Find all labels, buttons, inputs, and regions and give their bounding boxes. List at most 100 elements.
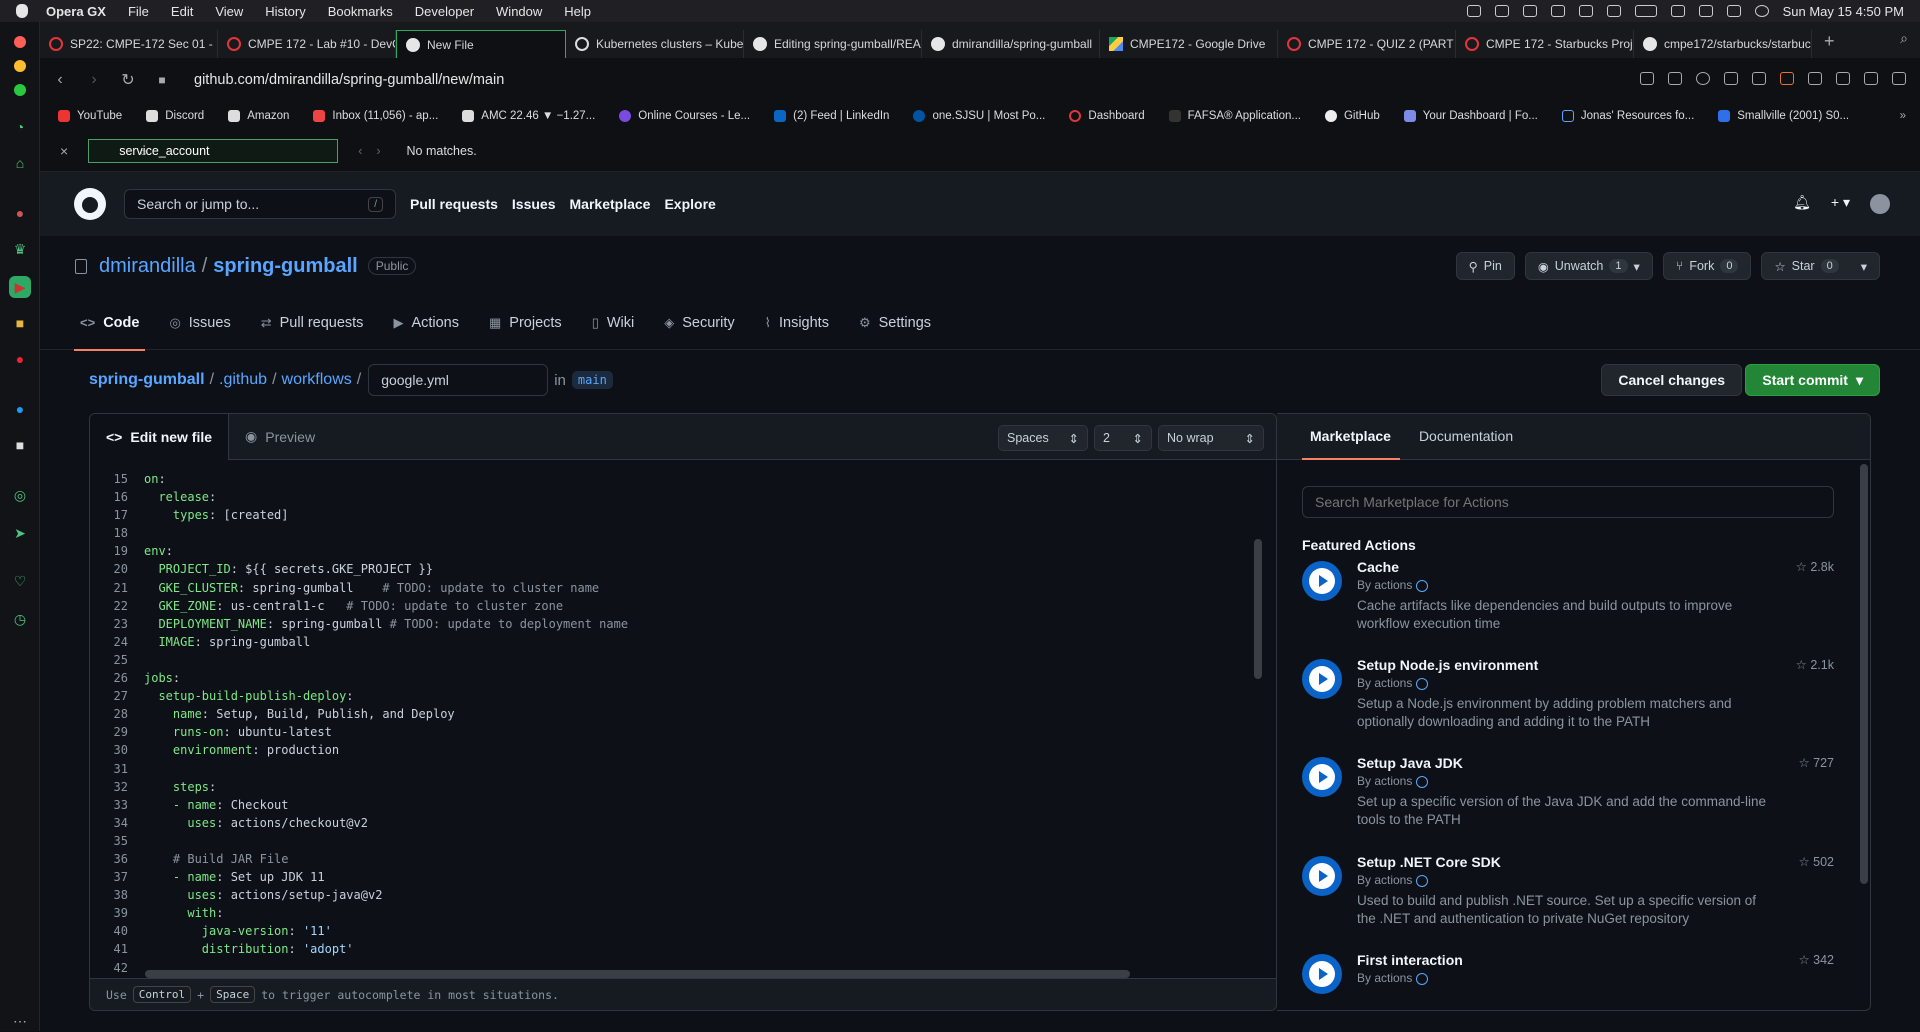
marketplace-action[interactable]: Setup Java JDK By actions Set up a specifi… xyxy=(1302,755,1834,845)
bookmark-fafsa[interactable]: FAFSA® Application... xyxy=(1168,110,1301,122)
forward-icon[interactable]: › xyxy=(80,71,108,89)
adblock-icon[interactable] xyxy=(1696,72,1710,85)
code-line[interactable]: 31 xyxy=(90,760,1260,778)
battery-saver-icon[interactable] xyxy=(1864,72,1878,85)
reload-icon[interactable]: ↻ xyxy=(114,70,142,90)
create-new-plus-icon[interactable]: + ▾ xyxy=(1831,194,1850,214)
bookmark-courses[interactable]: Online Courses - Le... xyxy=(619,110,750,122)
tab-settings[interactable]: ⚙ Settings xyxy=(859,296,931,350)
apple-icon[interactable] xyxy=(16,4,28,18)
menu-developer[interactable]: Developer xyxy=(415,4,474,19)
bookmark-amc[interactable]: AMC 22.46 ▼ −1.27... xyxy=(462,110,595,122)
action-title[interactable]: Setup Java JDK xyxy=(1357,755,1463,771)
docker-icon[interactable] xyxy=(1494,5,1509,17)
code-line[interactable]: 30 environment: production xyxy=(90,741,1260,759)
window-zoom-button[interactable] xyxy=(14,84,26,96)
discord-icon[interactable]: ■ xyxy=(9,434,31,456)
browser-tab[interactable]: CMPE 172 - QUIZ 2 (PART 1 xyxy=(1278,30,1456,58)
window-minimize-button[interactable] xyxy=(14,60,26,72)
browser-tab[interactable]: CMPE 172 - Starbucks Proje xyxy=(1456,30,1634,58)
menu-window[interactable]: Window xyxy=(496,4,542,19)
player-icon[interactable]: ◎ xyxy=(9,484,31,506)
camera-icon[interactable] xyxy=(1668,72,1682,85)
indent-size-select[interactable]: 2 ⇕ xyxy=(1094,425,1152,451)
tab-edit-new-file[interactable]: <> Edit new file xyxy=(90,414,230,460)
bookmark-dashboard-fo[interactable]: Your Dashboard | Fo... xyxy=(1403,110,1538,122)
menu-app-name[interactable]: Opera GX xyxy=(46,4,106,19)
code-line[interactable]: 41 distribution: 'adopt' xyxy=(90,940,1260,958)
repo-owner-link[interactable]: dmirandilla xyxy=(99,255,196,278)
marketplace-action[interactable]: Setup .NET Core SDK By actions Used to bui… xyxy=(1302,854,1834,944)
tab-search-icon[interactable]: ⌕ xyxy=(1900,30,1908,47)
browser-tab[interactable]: CMPE 172 - Lab #10 - DevO xyxy=(218,30,396,58)
bluetooth-icon[interactable] xyxy=(1606,5,1621,17)
gx-control-icon[interactable]: ◔ xyxy=(9,116,31,138)
bell-icon[interactable]: 🔔︎ xyxy=(1793,194,1811,214)
bookmark-dashboard[interactable]: Dashboard xyxy=(1069,110,1145,122)
bookmark-github[interactable]: GitHub xyxy=(1324,110,1380,122)
nav-pull-requests[interactable]: Pull requests xyxy=(410,196,498,212)
filename-input[interactable] xyxy=(368,364,549,396)
bookmark-amazon[interactable]: Amazon xyxy=(228,110,289,122)
breadcrumb-github-dir[interactable]: .github xyxy=(219,371,267,389)
github-logo-icon[interactable] xyxy=(74,188,106,220)
headphones-icon[interactable] xyxy=(1578,5,1593,17)
menu-help[interactable]: Help xyxy=(564,4,591,19)
code-line[interactable]: 36 # Build JAR File xyxy=(90,850,1260,868)
browser-tab[interactable]: Editing spring-gumball/REA xyxy=(744,30,922,58)
share-icon[interactable] xyxy=(1640,72,1654,85)
browser-tab[interactable]: dmirandilla/spring-gumball xyxy=(922,30,1100,58)
marketplace-action[interactable]: First interaction By actions ☆ 342 xyxy=(1302,952,1834,1010)
twitter-icon[interactable]: ● xyxy=(9,398,31,420)
tab-pull-requests[interactable]: ⇄ Pull requests xyxy=(261,296,364,350)
code-line[interactable]: 18 xyxy=(90,524,1260,542)
window-close-button[interactable] xyxy=(14,36,26,48)
indent-mode-select[interactable]: Spaces ⇕ xyxy=(998,425,1088,451)
code-line[interactable]: 39 with: xyxy=(90,904,1260,922)
star-dropdown-icon[interactable]: ▾ xyxy=(1861,259,1867,274)
url-field[interactable]: github.com/dmirandilla/spring-gumball/ne… xyxy=(194,72,504,88)
tab-code[interactable]: <> Code xyxy=(73,296,146,351)
unwatch-button[interactable]: ◉ Unwatch 1 ▾ xyxy=(1524,252,1653,280)
nav-marketplace[interactable]: Marketplace xyxy=(570,196,651,212)
avatar[interactable] xyxy=(1870,194,1890,214)
code-line[interactable]: 33 - name: Checkout xyxy=(90,796,1260,814)
wrap-mode-select[interactable]: No wrap ⇕ xyxy=(1158,425,1264,451)
action-title[interactable]: First interaction xyxy=(1357,952,1463,968)
tab-documentation[interactable]: Documentation xyxy=(1411,414,1521,459)
nav-explore[interactable]: Explore xyxy=(664,196,715,212)
code-line[interactable]: 25 xyxy=(90,651,1260,669)
tab-marketplace[interactable]: Marketplace xyxy=(1302,414,1399,459)
new-tab-plus-icon[interactable]: + xyxy=(1824,31,1835,52)
code-line[interactable]: 23 DEPLOYMENT_NAME: spring-gumball # TOD… xyxy=(90,615,1260,633)
browser-tab[interactable]: CMPE172 - Google Drive xyxy=(1100,30,1278,58)
tab-security[interactable]: ◈ Security xyxy=(664,296,734,350)
code-line[interactable]: 24 IMAGE: spring-gumball xyxy=(90,633,1260,651)
arrow-up-icon[interactable] xyxy=(1780,72,1794,85)
vpn-icon[interactable] xyxy=(1466,5,1481,17)
heart-bookmark-icon[interactable] xyxy=(1752,72,1766,85)
fork-button[interactable]: ⑂ Fork 0 xyxy=(1662,252,1752,280)
code-line[interactable]: 22 GKE_ZONE: us-central1-c # TODO: updat… xyxy=(90,597,1260,615)
find-prev-next-icons[interactable]: ‹› xyxy=(358,144,394,158)
back-icon[interactable]: ‹ xyxy=(46,71,74,89)
siri-icon[interactable] xyxy=(1754,5,1769,17)
editor-horizontal-scrollbar[interactable] xyxy=(145,970,1130,978)
bookmark-jonas[interactable]: Jonas' Resources fo... xyxy=(1561,110,1694,122)
code-line[interactable]: 34 uses: actions/checkout@v2 xyxy=(90,814,1260,832)
cube-icon[interactable] xyxy=(1808,72,1822,85)
menu-history[interactable]: History xyxy=(265,4,305,19)
pin-button[interactable]: ⚲ Pin xyxy=(1455,252,1515,280)
action-title[interactable]: Setup .NET Core SDK xyxy=(1357,854,1501,870)
code-line[interactable]: 20 PROJECT_ID: ${{ secrets.GKE_PROJECT }… xyxy=(90,560,1260,578)
code-line[interactable]: 29 runs-on: ubuntu-latest xyxy=(90,723,1260,741)
control-center-icon[interactable] xyxy=(1726,5,1741,17)
lock-app-icon[interactable]: ■ xyxy=(9,312,31,334)
flag-icon[interactable]: ▶ xyxy=(9,276,31,298)
bookmark-smallville[interactable]: Smallville (2001) S0... xyxy=(1718,110,1849,122)
code-line[interactable]: 17 types: [created] xyxy=(90,506,1260,524)
send-icon[interactable]: ➤ xyxy=(9,522,31,544)
side-panel-scrollbar[interactable] xyxy=(1860,464,1868,884)
flow-icon[interactable] xyxy=(1724,72,1738,85)
menu-clock[interactable]: Sun May 15 4:50 PM xyxy=(1783,4,1904,19)
